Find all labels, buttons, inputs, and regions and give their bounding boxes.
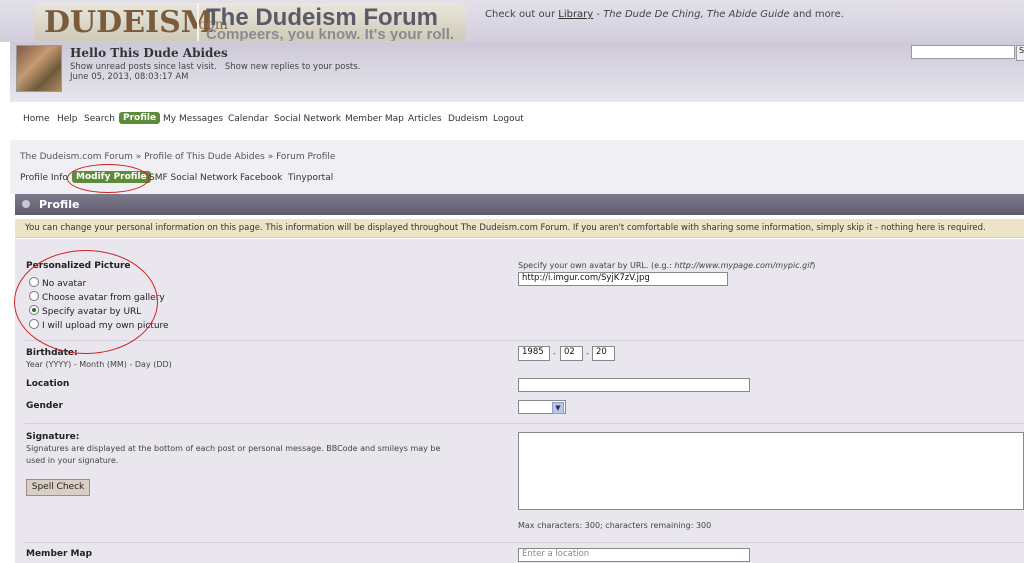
hint-example: http://www.mypage.com/mypic.gif bbox=[674, 261, 813, 270]
breadcrumb: The Dudeism.com Forum » Profile of This … bbox=[20, 152, 335, 162]
breadcrumb-profile-of[interactable]: Profile of This Dude Abides bbox=[144, 152, 265, 162]
signature-char-count: Max characters: 300; characters remainin… bbox=[518, 521, 712, 530]
logo-text: DUDEISM bbox=[44, 5, 214, 40]
logo-separator bbox=[197, 3, 199, 41]
gender-select[interactable]: ▼ bbox=[518, 400, 566, 414]
avatar bbox=[16, 45, 62, 92]
birthdate-dash: - bbox=[553, 349, 556, 358]
search-button[interactable]: S bbox=[1016, 45, 1024, 61]
annotation-circle-avatar bbox=[14, 250, 158, 354]
birthdate-dash: - bbox=[586, 349, 589, 358]
menu-profile[interactable]: Profile bbox=[119, 112, 161, 124]
breadcrumb-area: The Dudeism.com Forum » Profile of This … bbox=[10, 140, 1024, 194]
row-divider bbox=[25, 542, 1024, 543]
signature-hint-line2: used in your signature. bbox=[26, 456, 119, 465]
avatar-url-hint: Specify your own avatar by URL. (e.g.: h… bbox=[518, 261, 815, 270]
unread-posts-link[interactable]: Show unread posts since last visit. bbox=[70, 62, 217, 72]
menu-my-messages[interactable]: My Messages bbox=[163, 114, 223, 124]
info-notice: You can change your personal information… bbox=[15, 219, 1024, 238]
main-menu: Home Help Search Profile My Messages Cal… bbox=[10, 102, 1024, 140]
site-logo[interactable]: DUDEISM .com The Dudeism Forum Compeers,… bbox=[34, 3, 466, 41]
library-titles: The Dude De Ching, The Abide Guide bbox=[603, 9, 790, 20]
spell-check-button[interactable]: Spell Check bbox=[26, 479, 90, 496]
library-prefix: Check out our bbox=[485, 9, 559, 20]
breadcrumb-forum[interactable]: The Dudeism.com Forum bbox=[20, 152, 133, 162]
menu-logout[interactable]: Logout bbox=[493, 114, 524, 124]
profile-user-icon bbox=[22, 200, 30, 208]
library-dash: - bbox=[593, 9, 604, 20]
unread-links: Show unread posts since last visit. Show… bbox=[70, 62, 360, 72]
header-banner: DUDEISM .com The Dudeism Forum Compeers,… bbox=[0, 0, 1024, 42]
member-map-label: Member Map bbox=[26, 549, 93, 559]
member-map-location-input[interactable]: Enter a location bbox=[518, 548, 750, 562]
chevron-down-icon[interactable]: ▼ bbox=[552, 402, 564, 414]
notice-text: You can change your personal information… bbox=[25, 223, 986, 233]
profile-form: Personalized Picture No avatar Choose av… bbox=[15, 239, 1024, 563]
row-divider bbox=[25, 423, 1024, 424]
hint-prefix: Specify your own avatar by URL. (e.g.: bbox=[518, 261, 675, 270]
avatar-url-input[interactable]: http://i.imgur.com/SyjK7zV.jpg bbox=[518, 272, 728, 286]
library-link[interactable]: Library bbox=[558, 9, 593, 20]
user-greeting: Hello This Dude Abides bbox=[70, 46, 228, 60]
menu-calendar[interactable]: Calendar bbox=[228, 114, 268, 124]
location-input[interactable] bbox=[518, 378, 750, 392]
library-promo: Check out our Library - The Dude De Chin… bbox=[485, 9, 844, 20]
birthdate-month-input[interactable]: 02 bbox=[560, 346, 583, 361]
menu-dudeism[interactable]: Dudeism bbox=[448, 114, 488, 124]
user-bar: Hello This Dude Abides Show unread posts… bbox=[10, 42, 1024, 102]
tab-smf-social-network[interactable]: SMF Social Network bbox=[149, 173, 238, 183]
menu-articles[interactable]: Articles bbox=[408, 114, 442, 124]
row-divider bbox=[25, 340, 1024, 341]
profile-title: Profile bbox=[39, 198, 80, 211]
menu-search[interactable]: Search bbox=[84, 114, 115, 124]
breadcrumb-forum-profile[interactable]: Forum Profile bbox=[276, 152, 335, 162]
hint-suffix: ) bbox=[812, 261, 816, 270]
search-input[interactable] bbox=[911, 45, 1015, 59]
menu-member-map[interactable]: Member Map bbox=[345, 114, 404, 124]
menu-social-network[interactable]: Social Network bbox=[274, 114, 341, 124]
gender-label: Gender bbox=[26, 401, 63, 411]
birthdate-day-input[interactable]: 20 bbox=[592, 346, 615, 361]
signature-hint-line1: Signatures are displayed at the bottom o… bbox=[26, 444, 441, 453]
signature-label: Signature: bbox=[26, 432, 80, 442]
tab-facebook[interactable]: Facebook bbox=[240, 173, 282, 183]
menu-home[interactable]: Home bbox=[23, 114, 50, 124]
tab-profile-info[interactable]: Profile Info bbox=[20, 173, 68, 183]
annotation-circle-tab bbox=[67, 164, 149, 193]
library-suffix: and more. bbox=[789, 9, 844, 20]
birthdate-year-input[interactable]: 1985 bbox=[518, 346, 550, 361]
signature-textarea[interactable] bbox=[518, 432, 1024, 510]
new-replies-link[interactable]: Show new replies to your posts. bbox=[225, 62, 360, 72]
breadcrumb-separator: » bbox=[264, 152, 277, 162]
birthdate-hint: Year (YYYY) - Month (MM) - Day (DD) bbox=[26, 360, 172, 369]
breadcrumb-separator: » bbox=[132, 152, 145, 162]
forum-subtitle: Compeers, you know. It's your roll. bbox=[206, 26, 455, 41]
profile-header-bar: Profile bbox=[15, 194, 1024, 215]
location-label: Location bbox=[26, 379, 70, 389]
current-datetime: June 05, 2013, 08:03:17 AM bbox=[70, 72, 189, 82]
tab-tinyportal[interactable]: Tinyportal bbox=[288, 173, 333, 183]
menu-help[interactable]: Help bbox=[57, 114, 78, 124]
